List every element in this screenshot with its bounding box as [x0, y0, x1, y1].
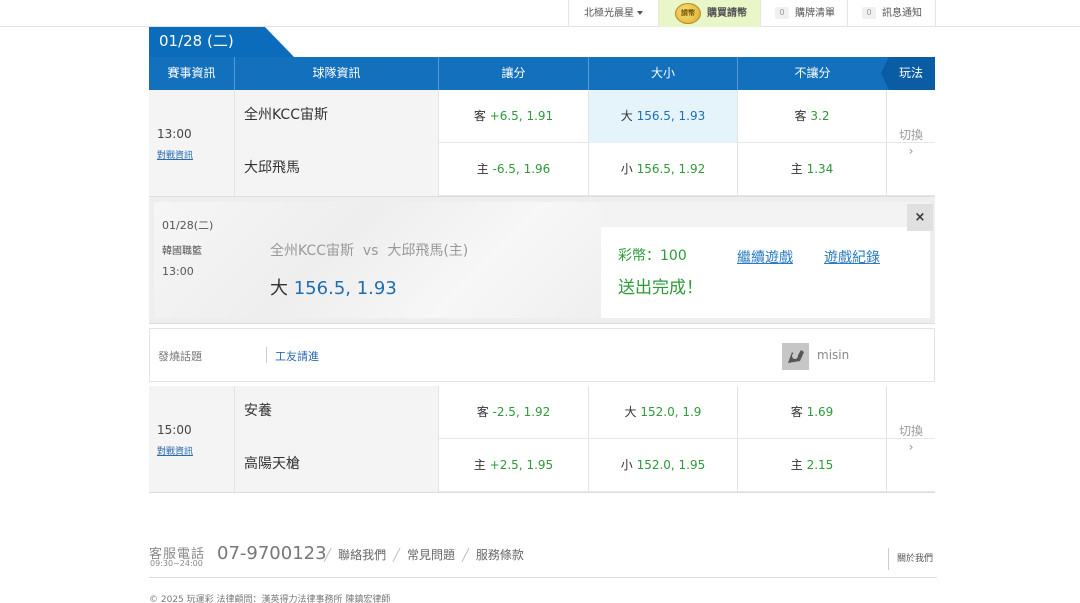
cart-count-badge: 0 — [775, 7, 789, 19]
handicap-odds-cell[interactable]: 客 +6.5, 1.91 — [439, 90, 589, 143]
bet-pick: 大 156.5, 1.93 — [270, 278, 397, 299]
table-row: 全州KCC宙斯 客 +6.5, 1.91 大 156.5, 1.93 客 3.2 — [235, 90, 935, 143]
chevron-right-icon: › — [908, 440, 914, 454]
handicap-odds-cell[interactable]: 客 -2.5, 1.92 — [439, 386, 589, 439]
switch-label: 切換 — [898, 128, 923, 142]
switch-label: 切換 — [898, 424, 923, 438]
terms-link[interactable]: 服務條款 — [476, 548, 524, 562]
over-under-odds-cell[interactable]: 大 152.0, 1.9 — [589, 386, 738, 439]
team-name: 高陽天槍 — [235, 439, 439, 492]
table-row: 大邱飛馬 主 -6.5, 1.96 小 156.5, 1.92 主 1.34 — [235, 143, 935, 196]
top-bar: 北極光晨星 請幣 購買請幣 0 購牌清單 0 訊息通知 — [0, 0, 1080, 27]
switch-play-button[interactable]: 切換 › — [887, 386, 935, 492]
col-header-info: 賽事資訊 — [149, 57, 235, 90]
messages-label: 訊息通知 — [882, 8, 922, 19]
cart-button[interactable]: 0 購牌清單 — [760, 0, 847, 27]
service-phone: 07-9700123 — [217, 543, 327, 564]
hot-topic-label: 發燒話題 — [158, 350, 202, 363]
over-under-odds-cell[interactable]: 小 152.0, 1.95 — [589, 439, 738, 492]
over-under-odds-cell[interactable]: 大 156.5, 1.93 — [589, 90, 738, 143]
footer: 客服電話 09:30~24:00 07-9700123 ╱ 聯絡我們 ╱ 常見問… — [149, 540, 937, 578]
game-log-link[interactable]: 遊戲紀錄 — [824, 247, 880, 267]
moneyline-odds-cell[interactable]: 客 1.69 — [738, 386, 887, 439]
handicap-odds-cell[interactable]: 主 +2.5, 1.95 — [439, 439, 589, 492]
caret-down-icon — [637, 11, 643, 15]
table-row: 安養 客 -2.5, 1.92 大 152.0, 1.9 客 1.69 — [235, 386, 935, 439]
bet-league: 韓國職籃 — [162, 246, 202, 257]
matchup-info-link[interactable]: 對戰資訊 — [157, 444, 193, 457]
col-header-moneyline: 不讓分 — [794, 66, 831, 80]
team-name: 大邱飛馬 — [235, 143, 439, 196]
bet-confirmation-panel: 01/28(二) 韓國職籃 13:00 全州KCC宙斯 vs 大邱飛馬(主) 大… — [149, 197, 935, 324]
date-tab: 01/28 (二) — [149, 27, 294, 57]
moneyline-odds-cell[interactable]: 主 1.34 — [738, 143, 887, 196]
hot-topic-link[interactable]: 工友請進 — [275, 348, 319, 364]
bet-date: 01/28(二) — [162, 219, 214, 232]
match-info: 13:00 對戰資訊 — [149, 90, 235, 196]
moneyline-odds-cell[interactable]: 客 3.2 — [738, 90, 887, 143]
contact-us-link[interactable]: 聯絡我們 — [338, 548, 386, 562]
cart-label: 購牌清單 — [795, 8, 835, 19]
bet-time: 13:00 — [162, 265, 194, 278]
messages-button[interactable]: 0 訊息通知 — [847, 0, 936, 27]
col-header-team: 球隊資訊 — [235, 57, 439, 90]
continue-game-link[interactable]: 繼續遊戲 — [737, 247, 793, 267]
table-row: 高陽天槍 主 +2.5, 1.95 小 152.0, 1.95 主 2.15 — [235, 439, 935, 492]
close-icon[interactable]: × — [907, 204, 933, 231]
topic-author[interactable]: misin — [817, 348, 849, 362]
message-count-badge: 0 — [862, 7, 876, 19]
moneyline-odds-cell[interactable]: 主 2.15 — [738, 439, 887, 492]
handicap-odds-cell[interactable]: 主 -6.5, 1.96 — [439, 143, 589, 196]
col-header-handicap: 讓分 — [439, 57, 589, 90]
over-under-odds-cell[interactable]: 小 156.5, 1.92 — [589, 143, 738, 196]
match-block: 15:00 對戰資訊 安養 客 -2.5, 1.92 大 152.0, 1.9 … — [149, 386, 935, 493]
bet-result: 彩幣：100 送出完成！ 繼續遊戲 遊戲紀錄 — [601, 227, 930, 318]
matchup-info-link[interactable]: 對戰資訊 — [157, 148, 193, 161]
hot-topic-bar: 發燒話題 工友請進 misin — [149, 328, 935, 382]
avatar[interactable] — [782, 343, 809, 370]
buy-coins-button[interactable]: 請幣 購買請幣 — [658, 0, 760, 27]
date-tab-label: 01/28 (二) — [159, 32, 234, 50]
service-hours: 09:30~24:00 — [150, 559, 203, 568]
chevron-right-icon: › — [908, 144, 914, 158]
match-time: 15:00 — [157, 423, 192, 437]
default-avatar-icon — [782, 343, 809, 370]
switch-play-button[interactable]: 切換 › — [887, 90, 935, 196]
col-header-over-under: 大小 — [589, 57, 738, 90]
user-name: 北極光晨星 — [584, 8, 634, 19]
coins-amount: 彩幣：100 — [618, 248, 687, 264]
team-name: 安養 — [235, 386, 439, 439]
table-header: 賽事資訊 球隊資訊 讓分 大小 不讓分 玩法 — [149, 57, 935, 90]
buy-coins-label: 購買請幣 — [707, 8, 747, 19]
coin-icon: 請幣 — [675, 3, 701, 24]
bet-summary: 01/28(二) 韓國職籃 13:00 全州KCC宙斯 vs 大邱飛馬(主) 大… — [154, 202, 601, 318]
col-header-play[interactable]: 玩法 — [881, 57, 935, 90]
user-menu[interactable]: 北極光晨星 — [568, 0, 658, 27]
match-block: 13:00 對戰資訊 全州KCC宙斯 客 +6.5, 1.91 大 156.5,… — [149, 90, 935, 197]
faq-link[interactable]: 常見問題 — [407, 548, 455, 562]
copyright: © 2025 玩運彩 法律顧問：漢英得力法律事務所 陳鎮宏律師 — [149, 595, 391, 603]
match-info: 15:00 對戰資訊 — [149, 386, 235, 492]
about-us-link[interactable]: 關於我們 — [888, 548, 933, 570]
footer-links: ╱ 聯絡我們 ╱ 常見問題 ╱ 服務條款 — [324, 548, 524, 562]
team-name: 全州KCC宙斯 — [235, 90, 439, 143]
submit-complete-message: 送出完成！ — [618, 278, 703, 298]
match-time: 13:00 — [157, 127, 192, 141]
bet-matchup: 全州KCC宙斯 vs 大邱飛馬(主) — [270, 243, 469, 259]
